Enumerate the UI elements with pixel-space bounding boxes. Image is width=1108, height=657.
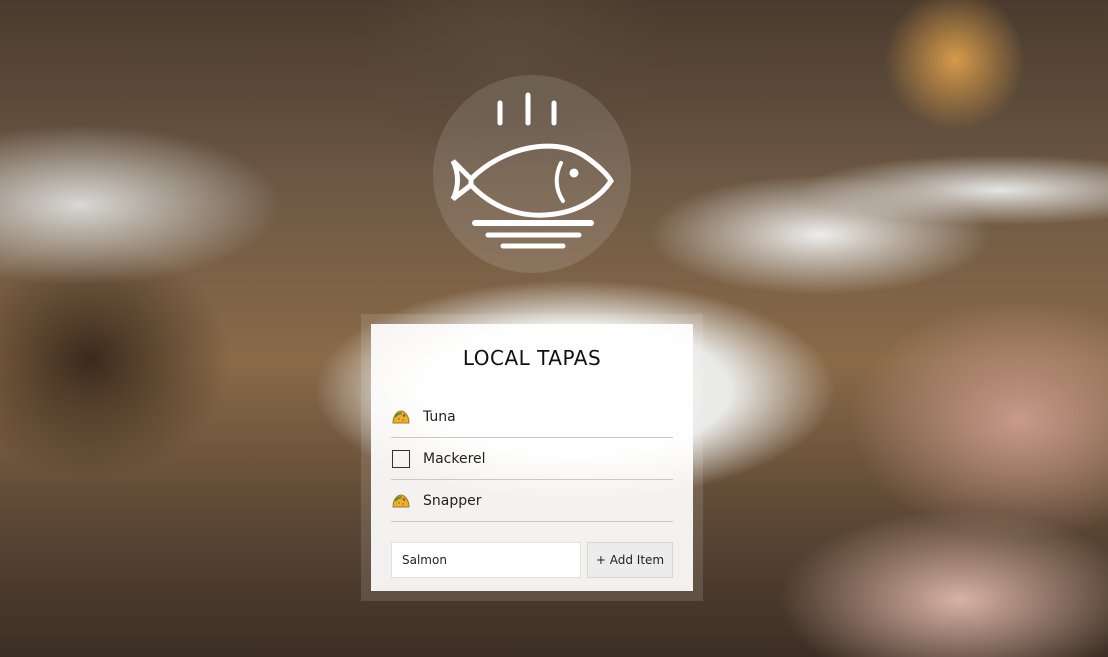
item-label: Snapper: [423, 492, 482, 509]
logo: [433, 75, 631, 273]
steaming-fish-plate-icon: [450, 92, 614, 249]
new-item-input[interactable]: [391, 542, 581, 578]
list-item-mackerel[interactable]: Mackerel: [391, 438, 673, 480]
taco-icon: [391, 407, 411, 427]
page-title: LOCAL TAPAS: [462, 346, 602, 370]
taco-icon: [391, 491, 411, 511]
list-item-tuna[interactable]: Tuna: [391, 396, 673, 438]
list-item-snapper[interactable]: Snapper: [391, 480, 673, 522]
item-label: Mackerel: [423, 450, 486, 467]
tapas-list: Tuna Mackerel Snapper: [391, 396, 673, 522]
add-item-button[interactable]: + Add Item: [587, 542, 673, 578]
add-item-form: + Add Item: [391, 542, 673, 578]
empty-checkbox-icon[interactable]: [392, 449, 410, 468]
item-label: Tuna: [423, 408, 456, 425]
tapas-card: LOCAL TAPAS Tuna Mackerel Snapper Salmon…: [371, 324, 693, 591]
